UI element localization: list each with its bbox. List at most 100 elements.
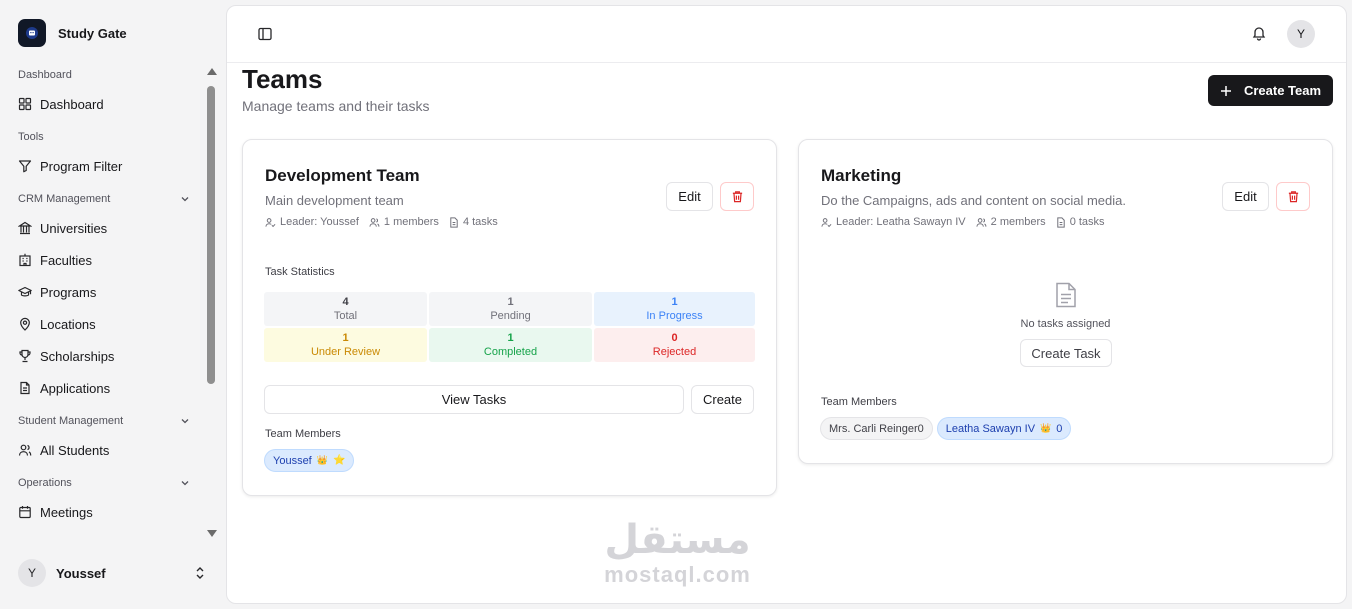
graduation-cap-icon (18, 285, 32, 299)
team-name: Development Team (265, 166, 420, 185)
sidebar-item-scholarships[interactable]: Scholarships (0, 340, 206, 372)
members-count-text: 1 members (383, 216, 439, 228)
team-tasks-count: 0 tasks (1056, 216, 1105, 228)
edit-team-button[interactable]: Edit (1222, 182, 1269, 211)
view-tasks-button[interactable]: View Tasks (264, 385, 684, 414)
section-title: Tools (18, 131, 44, 143)
sidebar-item-programs[interactable]: Programs (0, 276, 206, 308)
sidebar-nav: Dashboard Dashboard Tools Program Filter… (0, 62, 206, 542)
trash-icon (731, 190, 744, 203)
stat-rejected: 0 Rejected (594, 328, 755, 362)
stat-in-progress: 1 In Progress (594, 292, 755, 326)
sidebar-item-program-filter[interactable]: Program Filter (0, 150, 206, 182)
chevron-down-icon (180, 478, 190, 488)
users-icon (18, 443, 32, 457)
stat-value: 1 (507, 331, 514, 344)
sidebar: Study Gate Dashboard Dashboard Tools Pro… (0, 0, 224, 609)
sidebar-item-label: Meetings (40, 504, 93, 520)
team-leader-text: Leader: Leatha Sawayn IV (836, 216, 966, 228)
sidebar-item-label: Faculties (40, 252, 93, 268)
brand-name: Study Gate (58, 25, 127, 41)
sidebar-item-all-students[interactable]: All Students (0, 434, 206, 466)
member-chip[interactable]: Mrs. Carli Reinger0 (820, 417, 933, 440)
sidebar-item-meetings[interactable]: Meetings (0, 496, 206, 528)
edit-team-button[interactable]: Edit (666, 182, 713, 211)
delete-team-button[interactable] (1276, 182, 1310, 211)
bell-icon[interactable] (1251, 25, 1267, 41)
sidebar-item-faculties[interactable]: Faculties (0, 244, 206, 276)
section-operations[interactable]: Operations (0, 470, 206, 496)
tasks-count-text: 0 tasks (1069, 216, 1105, 228)
file-text-icon (18, 381, 32, 395)
section-title: Operations (18, 477, 72, 489)
section-crm-management[interactable]: CRM Management (0, 186, 206, 212)
team-members-title: Team Members (821, 396, 897, 408)
delete-team-button[interactable] (720, 182, 754, 211)
page-title: Teams (242, 64, 323, 94)
chevrons-up-down-icon (194, 566, 206, 580)
section-title: Student Management (18, 415, 124, 427)
task-statistics-title: Task Statistics (265, 266, 335, 278)
user-check-icon (821, 217, 832, 228)
sidebar-item-universities[interactable]: Universities (0, 212, 206, 244)
create-team-button[interactable]: Create Team (1208, 75, 1333, 106)
stat-value: 1 (507, 295, 514, 308)
team-members-list: Mrs. Carli Reinger0 Leatha Sawayn IV 👑 0 (820, 417, 1072, 440)
sidebar-item-label: Locations (40, 316, 96, 332)
stat-pending: 1 Pending (429, 292, 592, 326)
sidebar-item-locations[interactable]: Locations (0, 308, 206, 340)
section-tools: Tools (0, 124, 206, 150)
member-name: Youssef (273, 454, 312, 467)
member-chip[interactable]: Leatha Sawayn IV 👑 0 (936, 417, 1072, 440)
member-name: Leatha Sawayn IV (945, 422, 1036, 435)
crown-icon: 👑 (1040, 423, 1052, 433)
user-name: Youssef (56, 565, 106, 581)
brand[interactable]: Study Gate (18, 19, 127, 47)
chevron-down-icon (180, 194, 190, 204)
sidebar-item-label: Scholarships (40, 348, 115, 364)
members-count-text: 2 members (990, 216, 1046, 228)
building-icon (18, 253, 32, 267)
avatar[interactable]: Y (1287, 20, 1315, 48)
member-chip[interactable]: Youssef 👑 ⭐ (264, 449, 355, 472)
sidebar-item-label: All Students (40, 442, 110, 458)
stat-label: Total (333, 309, 358, 322)
sidebar-item-label: Programs (40, 284, 97, 300)
section-student-management[interactable]: Student Management (0, 408, 206, 434)
scrollbar-thumb[interactable] (207, 86, 215, 384)
tasks-count-text: 4 tasks (462, 216, 498, 228)
team-card-development: Development Team Main development team L… (242, 139, 777, 496)
create-task-button[interactable]: Create Task (1020, 339, 1112, 367)
trash-icon (1287, 190, 1300, 203)
scroll-up-arrow-icon[interactable] (207, 68, 217, 75)
stat-label: In Progress (646, 309, 703, 322)
user-check-icon (265, 217, 276, 228)
crown-icon: 👑 (316, 455, 328, 465)
sidebar-scrollbar[interactable] (206, 68, 217, 540)
sidebar-toggle-icon[interactable] (257, 26, 273, 42)
avatar: Y (18, 559, 46, 587)
watermark-latin: mostaql.com (604, 562, 751, 587)
empty-state-text: No tasks assigned (1020, 318, 1111, 330)
page-subtitle: Manage teams and their tasks (242, 98, 430, 114)
section-dashboard: Dashboard (0, 62, 206, 88)
sidebar-item-label: Applications (40, 380, 111, 396)
file-icon (1056, 216, 1066, 228)
filter-icon (18, 159, 32, 173)
section-title: CRM Management (18, 193, 111, 205)
stat-under-review: 1 Under Review (264, 328, 427, 362)
sidebar-item-label: Dashboard (40, 96, 104, 112)
sidebar-item-dashboard[interactable]: Dashboard (0, 88, 206, 120)
team-members-title: Team Members (265, 428, 341, 440)
team-meta: Leader: Leatha Sawayn IV 2 members 0 tas… (821, 216, 1105, 228)
create-task-button[interactable]: Create (691, 385, 754, 414)
section-title: Dashboard (18, 69, 72, 81)
user-menu[interactable]: Y Youssef (18, 559, 206, 587)
team-description: Do the Campaigns, ads and content on soc… (821, 193, 1126, 208)
team-description: Main development team (265, 193, 404, 208)
stat-completed: 1 Completed (429, 328, 592, 362)
sidebar-item-applications[interactable]: Applications (0, 372, 206, 404)
scroll-down-arrow-icon[interactable] (207, 530, 217, 537)
users-icon (369, 217, 380, 228)
map-pin-icon (18, 317, 32, 331)
